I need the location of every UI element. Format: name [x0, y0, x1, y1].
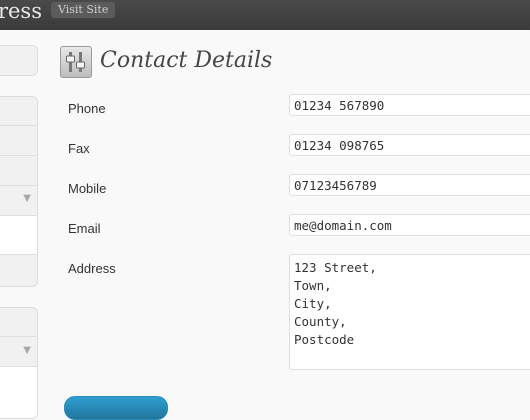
admin-sidebar: ▼ ▼: [0, 30, 38, 419]
sidebar-widget: ▼: [0, 307, 38, 419]
admin-bar: ress Visit Site: [0, 0, 530, 30]
fax-label: Fax: [68, 141, 90, 156]
settings-sliders-icon: [60, 46, 92, 78]
mobile-field[interactable]: [289, 174, 530, 196]
address-textarea[interactable]: 123 Street, Town, City, County, Postcode: [289, 254, 530, 370]
site-name-link[interactable]: ress: [0, 0, 42, 26]
email-field[interactable]: [289, 214, 530, 236]
visit-site-button[interactable]: Visit Site: [51, 2, 116, 18]
mobile-label: Mobile: [68, 181, 107, 196]
page-title: Contact Details: [100, 48, 273, 73]
fax-field[interactable]: [289, 134, 530, 156]
collapse-arrow-icon[interactable]: ▼: [23, 345, 31, 356]
collapse-arrow-icon[interactable]: ▼: [23, 193, 31, 204]
address-label: Address: [68, 261, 116, 276]
phone-field[interactable]: [289, 94, 530, 116]
email-label: Email: [68, 221, 101, 236]
sidebar-widget[interactable]: [0, 45, 38, 76]
sidebar-widget: ▼: [0, 96, 38, 287]
phone-label: Phone: [68, 101, 106, 116]
